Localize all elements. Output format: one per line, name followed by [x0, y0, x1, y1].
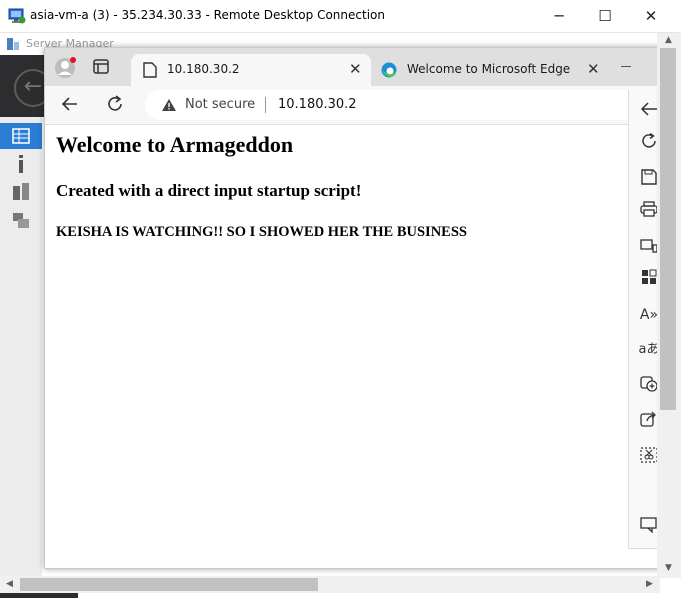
scroll-down-icon[interactable]: ▼: [665, 563, 672, 573]
new-tab-divider: [621, 66, 631, 67]
tab-label: 10.180.30.2: [167, 62, 240, 76]
maximize-button[interactable]: ☐: [582, 0, 628, 32]
server-manager-nav: [0, 117, 42, 598]
back-icon[interactable]: [61, 95, 81, 115]
tab-strip: 10.180.30.2 ✕ Welcome to Microsoft Edge …: [45, 48, 665, 86]
remote-desktop-icon: [8, 8, 26, 24]
horizontal-scroll-thumb[interactable]: [20, 578, 318, 591]
minimize-button[interactable]: ─: [536, 0, 582, 32]
close-button[interactable]: ✕: [628, 0, 674, 32]
rdp-title-bar: asia-vm-a (3) - 35.234.30.33 - Remote De…: [0, 0, 681, 33]
all-servers-icon[interactable]: [8, 179, 34, 205]
refresh-icon[interactable]: [106, 95, 126, 115]
edge-logo-icon: [381, 62, 397, 78]
scroll-up-icon[interactable]: ▲: [665, 35, 672, 45]
security-status[interactable]: Not secure: [185, 97, 255, 112]
rdp-window-title: asia-vm-a (3) - 35.234.30.33 - Remote De…: [30, 8, 385, 22]
dashboard-icon[interactable]: [0, 123, 42, 149]
page-heading-1: Welcome to Armageddon: [56, 132, 294, 157]
edge-browser-window: 10.180.30.2 ✕ Welcome to Microsoft Edge …: [44, 47, 666, 569]
tab-close-icon[interactable]: ✕: [349, 60, 362, 78]
server-manager-icon: [7, 38, 19, 50]
file-services-icon[interactable]: [8, 207, 34, 233]
scroll-left-icon[interactable]: ◀: [6, 579, 13, 589]
tab-label: Welcome to Microsoft Edge: [407, 62, 571, 76]
web-page-content: Welcome to Armageddon Created with a dir…: [45, 125, 629, 568]
address-bar[interactable]: Not secure 10.180.30.2: [145, 90, 665, 120]
tab-close-icon[interactable]: ✕: [587, 60, 600, 78]
scroll-right-icon[interactable]: ▶: [646, 579, 653, 589]
tab-10-180-30-2[interactable]: 10.180.30.2 ✕: [131, 54, 371, 86]
url-text[interactable]: 10.180.30.2: [278, 97, 357, 112]
tab-welcome-to-edge[interactable]: Welcome to Microsoft Edge ✕: [373, 54, 613, 86]
address-divider: [265, 97, 266, 113]
warning-icon: [162, 99, 176, 111]
profile-avatar-icon[interactable]: [55, 57, 77, 79]
browser-toolbar: Not secure 10.180.30.2: [45, 86, 665, 125]
tab-actions-icon[interactable]: [93, 59, 111, 77]
vertical-scroll-thumb[interactable]: [660, 48, 676, 410]
page-heading-2: Created with a direct input startup scri…: [56, 181, 362, 200]
page-icon: [143, 62, 157, 78]
page-heading-3: KEISHA IS WATCHING!! SO I SHOWED HER THE…: [56, 224, 467, 240]
local-server-icon[interactable]: [8, 151, 34, 177]
